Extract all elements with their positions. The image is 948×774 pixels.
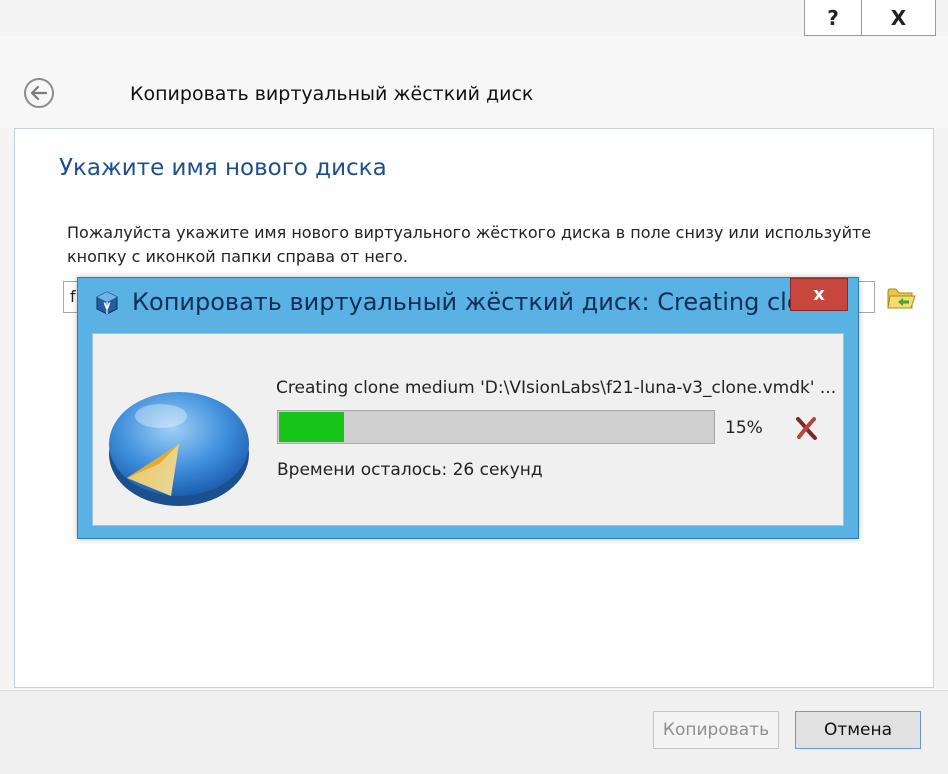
progress-dialog-body: Creating clone medium 'D:\VIsionLabs\f21… [92, 333, 844, 526]
window-controls: ? X [804, 0, 936, 36]
description-text: Пожалуйста укажите имя нового виртуально… [67, 223, 872, 266]
window-close-button[interactable]: X [862, 0, 936, 36]
cancel-button[interactable]: Отмена [795, 711, 921, 749]
progress-dialog-close-button[interactable]: x [790, 278, 848, 311]
wizard-header: Копировать виртуальный жёсткий диск [0, 36, 948, 128]
cancel-operation-button[interactable] [791, 414, 821, 442]
copy-button[interactable]: Копировать [653, 711, 779, 749]
wizard-title: Копировать виртуальный жёсткий диск [130, 83, 534, 105]
progress-dialog-title: Копировать виртуальный жёсткий диск: Cre… [132, 288, 802, 316]
arrow-left-icon [30, 85, 48, 101]
folder-icon [887, 288, 916, 309]
progress-bar-fill [279, 412, 344, 442]
progress-bar [277, 410, 715, 444]
progress-dialog-titlebar[interactable]: V Копировать виртуальный жёсткий диск: C… [78, 278, 858, 330]
page-title: Укажите имя нового диска [59, 155, 387, 181]
operation-text: Creating clone medium 'D:\VIsionLabs\f21… [276, 378, 837, 398]
progress-dialog: V Копировать виртуальный жёсткий диск: C… [77, 277, 859, 539]
cancel-x-icon [796, 417, 817, 440]
svg-text:V: V [104, 302, 111, 312]
back-button[interactable] [24, 78, 54, 108]
pie-disk-icon [109, 392, 249, 506]
wizard-footer: Копировать Отмена [0, 690, 948, 774]
help-button[interactable]: ? [804, 0, 862, 36]
progress-percent: 15% [725, 418, 763, 438]
time-remaining-text: Времени осталось: 26 секунд [277, 460, 543, 480]
virtualbox-icon: V [96, 291, 118, 315]
choose-folder-button[interactable] [885, 283, 917, 313]
